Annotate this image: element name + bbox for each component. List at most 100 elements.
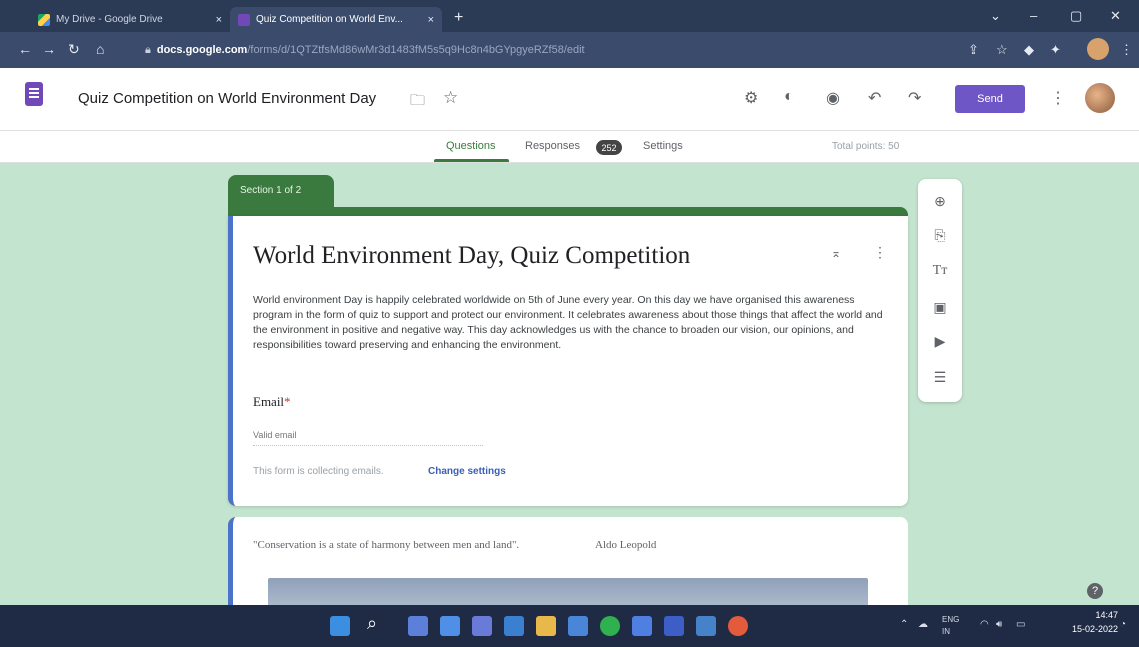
active-tab-indicator (434, 159, 509, 162)
preview-eye-icon[interactable]: ◉ (826, 88, 840, 108)
browser-tab-label: Quiz Competition on World Env... (256, 14, 403, 25)
add-title-icon[interactable]: Tт (918, 263, 962, 279)
addon-puzzle-icon[interactable]: ⚙︎ (744, 88, 758, 108)
star-icon[interactable]: ☆ (443, 88, 458, 108)
browser-toolbar: ← → ↻ ⌂ 🔒︎ docs.google.com /forms/d/1QTZ… (0, 32, 1139, 68)
quote-author: Aldo Leopold (595, 539, 657, 551)
volume-icon[interactable]: 🔊︎ (996, 619, 1002, 630)
form-canvas: Section 1 of 2 World Environment Day, Qu… (0, 163, 1139, 605)
change-settings-link[interactable]: Change settings (428, 466, 506, 477)
quote-text: "Conservation is a state of harmony betw… (253, 539, 520, 551)
google-drive-icon (38, 13, 50, 26)
card-header-bar (228, 207, 908, 216)
tab-questions[interactable]: Questions (446, 140, 496, 152)
form-description[interactable]: World environment Day is happily celebra… (253, 293, 893, 353)
maximize-icon[interactable]: ▢ (1070, 8, 1082, 24)
total-points: Total points: 50 (832, 141, 900, 152)
folder-icon[interactable]: 🗀︎ (410, 90, 425, 115)
form-title-card[interactable]: World Environment Day, Quiz Competition … (228, 216, 908, 506)
undo-icon[interactable]: ↶ (868, 88, 881, 108)
taskbar-clock[interactable]: 14:47 15-02-2022 (1072, 608, 1118, 636)
responses-count-badge: 252 (596, 140, 622, 155)
browser-tab-bar: My Drive - Google Drive × Quiz Competiti… (0, 0, 1139, 32)
back-arrow-icon[interactable]: ← (18, 41, 32, 57)
clock-time: 14:47 (1095, 610, 1119, 620)
collecting-emails-note: This form is collecting emails. (253, 466, 384, 477)
region-code: IN (942, 627, 950, 636)
section-more-icon[interactable]: ⋮ (873, 244, 887, 261)
wifi-icon[interactable]: ◠ (980, 619, 989, 630)
palette-icon[interactable]: ◐ (784, 88, 794, 106)
chevron-down-icon[interactable]: ⌄ (990, 8, 1001, 24)
weather-icon[interactable]: ☁ (918, 619, 928, 630)
notifications-icon[interactable]: ◔ (1120, 619, 1126, 630)
tab-responses[interactable]: Responses (525, 140, 580, 152)
close-tab-icon[interactable]: × (216, 14, 222, 26)
url-path: /forms/d/1QTZtfsMd86wMr3d1483fM5s5q9Hc8n… (247, 44, 585, 56)
email-label-text: Email (253, 394, 285, 409)
clock-date: 15-02-2022 (1072, 624, 1119, 634)
extension-icon[interactable]: ◆ (1024, 42, 1034, 58)
photos-icon[interactable] (696, 616, 716, 636)
close-window-icon[interactable]: ✕ (1110, 8, 1121, 24)
reload-icon[interactable]: ↻ (68, 41, 80, 58)
form-tabs: Questions Responses Settings (0, 131, 1139, 163)
bookmark-star-icon[interactable]: ☆ (996, 42, 1008, 58)
input-language[interactable]: ENG IN (942, 614, 959, 638)
add-section-icon[interactable]: ☰ (918, 369, 962, 386)
quote-card[interactable]: "Conservation is a state of harmony betw… (228, 517, 908, 605)
email-label: Email* (253, 394, 291, 410)
user-avatar[interactable] (1085, 83, 1115, 113)
battery-icon[interactable]: ▭ (1016, 619, 1025, 630)
required-asterisk: * (284, 394, 291, 409)
google-forms-logo-icon[interactable] (25, 82, 43, 106)
send-button[interactable]: Send (955, 85, 1025, 113)
tray-chevron-up-icon[interactable]: ⌃ (900, 619, 908, 630)
home-icon[interactable]: ⌂ (96, 41, 104, 57)
puzzle-icon[interactable]: ✦ (1050, 42, 1061, 58)
forms-header: Quiz Competition on World Environment Da… (0, 68, 1139, 131)
widgets-icon[interactable] (440, 616, 460, 636)
address-bar[interactable]: 🔒︎ docs.google.com /forms/d/1QTZtfsMd86w… (145, 41, 945, 59)
file-explorer-icon[interactable] (536, 616, 556, 636)
add-question-icon[interactable]: ⊕ (918, 193, 962, 210)
windows-start-icon[interactable] (330, 616, 350, 636)
forward-arrow-icon[interactable]: → (42, 41, 56, 57)
collapse-section-icon[interactable]: ⌅ (831, 246, 841, 260)
edge-browser-icon[interactable] (504, 616, 524, 636)
whatsapp-icon[interactable] (600, 616, 620, 636)
mail-icon[interactable] (568, 616, 588, 636)
minimize-icon[interactable]: – (1030, 8, 1037, 23)
chat-icon[interactable] (472, 616, 492, 636)
browser-tab-label: My Drive - Google Drive (56, 14, 163, 25)
google-forms-icon (238, 13, 250, 26)
chrome-icon[interactable] (728, 616, 748, 636)
language-code: ENG (942, 615, 960, 624)
share-icon[interactable]: ⇪ (968, 42, 979, 58)
add-video-icon[interactable]: ▶ (918, 333, 962, 350)
browser-tab-drive[interactable]: My Drive - Google Drive × (30, 7, 230, 32)
browser-tab-forms[interactable]: Quiz Competition on World Env... × (230, 7, 442, 32)
landscape-image[interactable] (268, 578, 868, 605)
form-title[interactable]: World Environment Day, Quiz Competition (253, 242, 690, 270)
video-app-icon[interactable] (632, 616, 652, 636)
document-title[interactable]: Quiz Competition on World Environment Da… (78, 90, 376, 107)
new-tab-button[interactable]: + (454, 9, 463, 27)
lock-icon: 🔒︎ (145, 43, 151, 56)
more-options-icon[interactable]: ⋮ (1050, 88, 1066, 108)
search-icon[interactable]: ⌕ (362, 613, 382, 633)
section-label: Section 1 of 2 (228, 175, 334, 209)
redo-icon[interactable]: ↷ (908, 88, 921, 108)
close-tab-icon[interactable]: × (428, 14, 434, 26)
question-toolbar: ⊕ ⎘ Tт ▣ ▶ ☰ (918, 179, 962, 402)
dropbox-icon[interactable] (664, 616, 684, 636)
task-view-icon[interactable] (408, 616, 428, 636)
tab-settings[interactable]: Settings (643, 140, 683, 152)
url-domain: docs.google.com (156, 44, 248, 56)
help-icon[interactable]: ? (1087, 583, 1103, 599)
add-image-icon[interactable]: ▣ (918, 299, 962, 316)
email-input[interactable] (253, 424, 483, 446)
import-questions-icon[interactable]: ⎘ (918, 227, 962, 244)
browser-profile-avatar[interactable] (1087, 38, 1109, 60)
browser-menu-icon[interactable]: ⋮ (1120, 42, 1133, 58)
